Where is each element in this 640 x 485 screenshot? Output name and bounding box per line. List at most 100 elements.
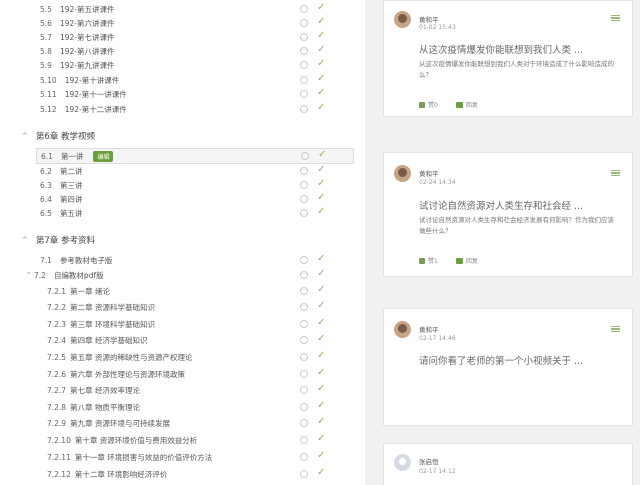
user-name[interactable]: 黄和平 — [419, 168, 439, 178]
check-icon: ✓ — [318, 149, 327, 160]
outline-item[interactable]: 6.5 第五讲 ✓ — [0, 205, 365, 221]
item-title: 192-第六讲课件 — [59, 18, 115, 28]
avatar[interactable] — [394, 165, 411, 182]
item-title: 参考教材电子版 — [59, 255, 113, 265]
status-circle-icon — [300, 470, 308, 478]
outline-item[interactable]: 7.2.9 第九章 资源环境与可持续发展 ✓ — [0, 415, 365, 431]
status-circle-icon — [300, 105, 308, 113]
discussion-title[interactable]: 请问你看了老师的第一个小视频关于 ... — [419, 353, 583, 367]
item-title: 第五章 资源的稀缺性与资源产权理论 — [70, 352, 193, 362]
discussion-title[interactable]: 从这次疫情爆发你能联想到我们人类 ... — [419, 42, 583, 56]
item-number: 6.5 — [40, 208, 52, 218]
item-number: 7.2.10 — [47, 435, 71, 445]
discussion-card[interactable]: 张启恒 02-17 14:12 — [383, 443, 633, 485]
item-number: 5.7 — [40, 32, 52, 42]
discussion-title[interactable]: 试讨论自然资源对人类生存和社会经 ... — [419, 198, 583, 212]
user-name[interactable]: 黄和平 — [419, 324, 439, 334]
edit-badge[interactable]: 编辑 — [93, 150, 114, 162]
chevron-up-icon: ^ — [22, 236, 28, 244]
item-title: 第十章 资源环境价值与费用效益分析 — [74, 435, 198, 445]
status-circle-icon — [300, 90, 308, 98]
status-circle-icon — [300, 76, 308, 84]
item-number: 6.2 — [40, 166, 52, 176]
like-count[interactable]: 赞1 — [428, 256, 438, 265]
item-number: 7.2.7 — [47, 385, 67, 395]
outline-item[interactable]: 5.12 192-第十二讲课件 ✓ — [0, 101, 365, 117]
item-title: 192-第九讲课件 — [59, 60, 115, 70]
avatar[interactable] — [394, 11, 411, 28]
discussion-card[interactable]: 黄和平 02-17 14:46 请问你看了老师的第一个小视频关于 ... — [383, 308, 633, 426]
check-icon: ✓ — [317, 350, 326, 361]
outline-item[interactable]: 7.2.5 第五章 资源的稀缺性与资源产权理论 ✓ — [0, 349, 365, 365]
outline-item[interactable]: 7.1 参考教材电子版 ✓ — [0, 252, 365, 268]
item-number: 6.1 — [41, 151, 53, 161]
like-count[interactable]: 赞0 — [428, 100, 438, 109]
menu-icon[interactable] — [611, 15, 620, 21]
item-number: 7.2.11 — [47, 452, 71, 462]
check-icon: ✓ — [317, 16, 326, 27]
discussion-card[interactable]: 黄和平 01-02 15:43 从这次疫情爆发你能联想到我们人类 ... 从这次… — [383, 0, 633, 117]
check-icon: ✓ — [317, 450, 326, 461]
status-circle-icon — [300, 181, 308, 189]
thumbs-up-icon[interactable] — [419, 257, 425, 264]
item-title: 192-第七讲课件 — [59, 32, 115, 42]
user-name[interactable]: 黄和平 — [419, 14, 439, 24]
chapter-6-header[interactable]: ^ 第6章 教学视频 — [22, 130, 95, 142]
outline-item[interactable]: ^ 7.2 自编教材pdf版 ✓ — [0, 267, 365, 283]
status-circle-icon — [300, 403, 308, 411]
outline-item[interactable]: 7.2.11 第十一章 环境损害与效益的价值评价方法 ✓ — [0, 449, 365, 465]
status-circle-icon — [300, 370, 308, 378]
item-number: 5.6 — [40, 18, 52, 28]
outline-item[interactable]: 5.11 192-第十一讲课件 ✓ — [0, 86, 365, 102]
reply-icon[interactable] — [455, 257, 463, 264]
item-number: 7.2.1 — [47, 286, 67, 296]
item-title: 192-第八讲课件 — [59, 46, 115, 56]
discussion-actions: 赞1 回复 — [419, 256, 478, 265]
outline-item[interactable]: 7.2.8 第八章 物质平衡理论 ✓ — [0, 399, 365, 415]
item-number: 7.2.8 — [47, 402, 67, 412]
item-number: 7.2.12 — [47, 469, 71, 479]
outline-item[interactable]: 7.2.1 第一章 绪论 ✓ — [0, 283, 365, 299]
item-number: 5.8 — [40, 46, 52, 56]
check-icon: ✓ — [317, 467, 326, 478]
outline-item[interactable]: 7.2.4 第四章 经济学基础知识 ✓ — [0, 332, 365, 348]
check-icon: ✓ — [317, 30, 326, 41]
outline-item[interactable]: 7.2.10 第十章 资源环境价值与费用效益分析 ✓ — [0, 432, 365, 448]
item-title: 第八章 物质平衡理论 — [70, 402, 140, 412]
menu-icon[interactable] — [611, 170, 620, 176]
reply-icon[interactable] — [455, 101, 463, 108]
status-circle-icon — [300, 33, 308, 41]
check-icon: ✓ — [317, 317, 326, 328]
item-title: 第六章 外部性理论与资源环境政策 — [70, 369, 185, 379]
item-number: 5.11 — [40, 89, 57, 99]
discussion-card[interactable]: 黄和平 02-24 14:34 试讨论自然资源对人类生存和社会经 ... 试讨论… — [383, 152, 633, 277]
outline-item[interactable]: 7.2.2 第二章 资源科学基础知识 ✓ — [0, 299, 365, 315]
discussion-actions: 赞0 回复 — [419, 100, 478, 109]
outline-item[interactable]: 7.2.12 第十二章 环境影响经济评价 ✓ — [0, 466, 365, 482]
outline-item-active[interactable]: 6.1 第一讲 编辑 ✓ — [36, 148, 354, 164]
outline-item[interactable]: 7.2.7 第七章 经济效率理论 ✓ — [0, 382, 365, 398]
avatar[interactable] — [394, 321, 411, 338]
check-icon: ✓ — [317, 300, 326, 311]
thumbs-up-icon[interactable] — [419, 101, 425, 108]
item-number: 7.2.6 — [47, 369, 67, 379]
status-circle-icon — [300, 47, 308, 55]
check-icon: ✓ — [317, 383, 326, 394]
outline-item[interactable]: 5.9 192-第九讲课件 ✓ — [0, 57, 365, 73]
item-title: 第四章 经济学基础知识 — [70, 335, 148, 345]
chapter-title: 第6章 教学视频 — [35, 132, 95, 142]
item-title: 第九章 资源环境与可持续发展 — [70, 418, 170, 428]
outline-item[interactable]: 7.2.3 第三章 环境科学基础知识 ✓ — [0, 316, 365, 332]
check-icon: ✓ — [317, 73, 326, 84]
outline-item[interactable]: 7.2.6 第六章 外部性理论与资源环境政策 ✓ — [0, 366, 365, 382]
item-title: 192-第五讲课件 — [59, 4, 115, 14]
avatar[interactable] — [394, 454, 411, 471]
status-circle-icon — [300, 353, 308, 361]
chapter-7-header[interactable]: ^ 第7章 参考资料 — [22, 234, 95, 246]
menu-icon[interactable] — [611, 326, 620, 332]
reply-label[interactable]: 回复 — [466, 256, 478, 265]
course-outline-panel: 5.5 192-第五讲课件 ✓ 5.6 192-第六讲课件 ✓ 5.7 192-第七讲课件… — [0, 0, 365, 485]
user-name[interactable]: 张启恒 — [419, 456, 439, 466]
reply-label[interactable]: 回复 — [466, 100, 478, 109]
status-circle-icon — [300, 386, 308, 394]
